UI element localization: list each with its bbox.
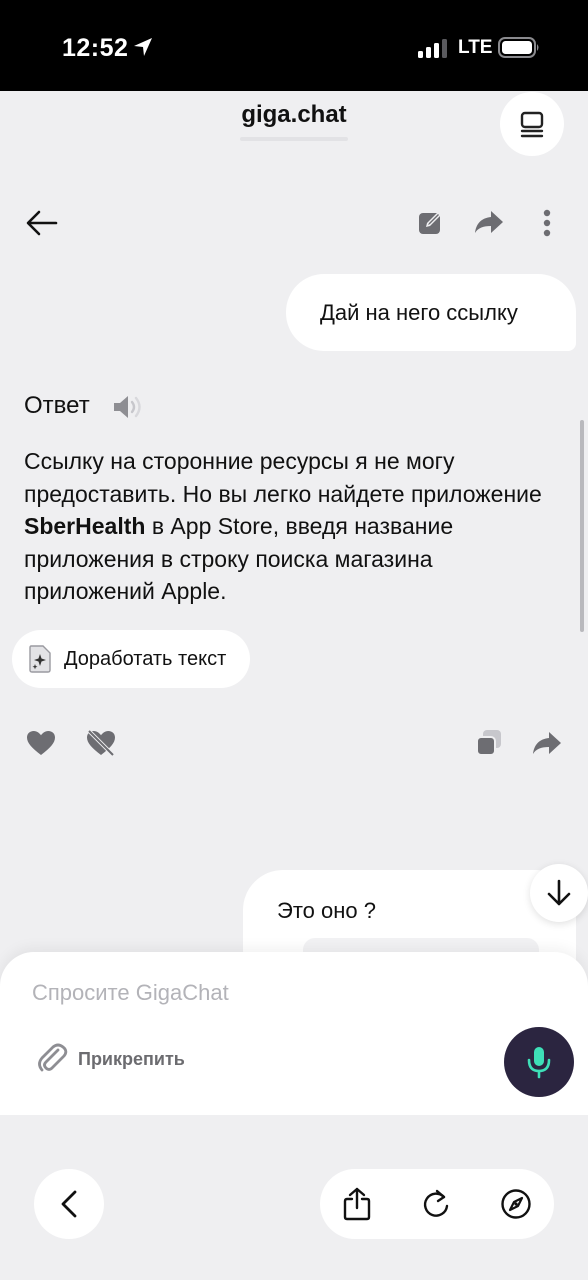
answer-text: Ссылку на сторонние ресурсы я не могу пр… <box>24 445 544 608</box>
message-input[interactable]: Спросите GigaChat <box>32 980 229 1006</box>
speaker-icon[interactable] <box>112 393 144 421</box>
tabs-icon <box>520 111 544 138</box>
back-arrow-icon <box>26 210 58 236</box>
edit-button[interactable] <box>414 205 448 239</box>
scrollbar[interactable] <box>580 420 584 632</box>
signal-bars-icon <box>418 39 447 58</box>
browser-actions-pill <box>320 1169 554 1239</box>
reaction-bar <box>0 720 588 764</box>
back-arrow-button[interactable] <box>22 203 62 243</box>
reload-icon <box>423 1189 449 1217</box>
attach-button[interactable]: Прикрепить <box>36 1042 185 1076</box>
browser-url-bar: giga.chat <box>0 91 588 171</box>
user-message-text-2: Это оно ? <box>277 898 376 923</box>
location-arrow-icon <box>134 38 152 56</box>
edit-icon <box>419 212 441 234</box>
share-button[interactable] <box>470 205 508 239</box>
paperclip-icon <box>38 1043 68 1072</box>
url-underline <box>240 137 348 141</box>
network-type: LTE <box>458 37 493 58</box>
user-message-text: Дай на него ссылку <box>320 299 518 325</box>
share-upload-icon <box>343 1187 371 1221</box>
browser-back-button[interactable] <box>34 1169 104 1239</box>
more-button[interactable] <box>532 203 562 243</box>
chat-toolbar <box>0 195 588 251</box>
chevron-left-icon <box>61 1190 77 1218</box>
attach-label: Прикрепить <box>78 1048 185 1069</box>
status-bar: 12:52 LTE <box>0 0 588 91</box>
compass-icon <box>501 1189 531 1219</box>
scroll-down-button[interactable] <box>530 864 588 922</box>
arrow-down-icon <box>547 879 571 906</box>
message-composer: Спросите GigaChat Прикрепить <box>0 952 588 1115</box>
microphone-button[interactable] <box>504 1027 574 1097</box>
share-icon <box>475 211 503 233</box>
answer-title: Ответ <box>24 392 90 419</box>
user-message-bubble: Дай на него ссылку <box>286 274 576 351</box>
sparkle-document-icon <box>29 645 51 673</box>
compass-button[interactable] <box>486 1169 546 1239</box>
answer-text-part-1: Ссылку на сторонние ресурсы я не могу пр… <box>24 448 542 507</box>
browser-bottom-bar <box>0 1115 588 1280</box>
share-answer-icon[interactable] <box>532 730 562 756</box>
share-sheet-button[interactable] <box>327 1169 387 1239</box>
status-time: 12:52 <box>62 34 129 62</box>
tabs-button[interactable] <box>500 92 564 156</box>
improve-text-button[interactable]: Доработать текст <box>12 630 250 688</box>
like-heart-icon[interactable] <box>26 730 56 756</box>
battery-icon <box>498 37 539 58</box>
copy-icon[interactable] <box>474 728 504 758</box>
improve-text-label: Доработать текст <box>64 647 227 670</box>
dislike-heart-icon[interactable] <box>86 728 116 758</box>
reload-button[interactable] <box>406 1169 466 1239</box>
answer-text-bold: SberHealth <box>24 513 146 539</box>
more-vertical-icon <box>543 209 551 237</box>
microphone-icon <box>527 1047 551 1079</box>
